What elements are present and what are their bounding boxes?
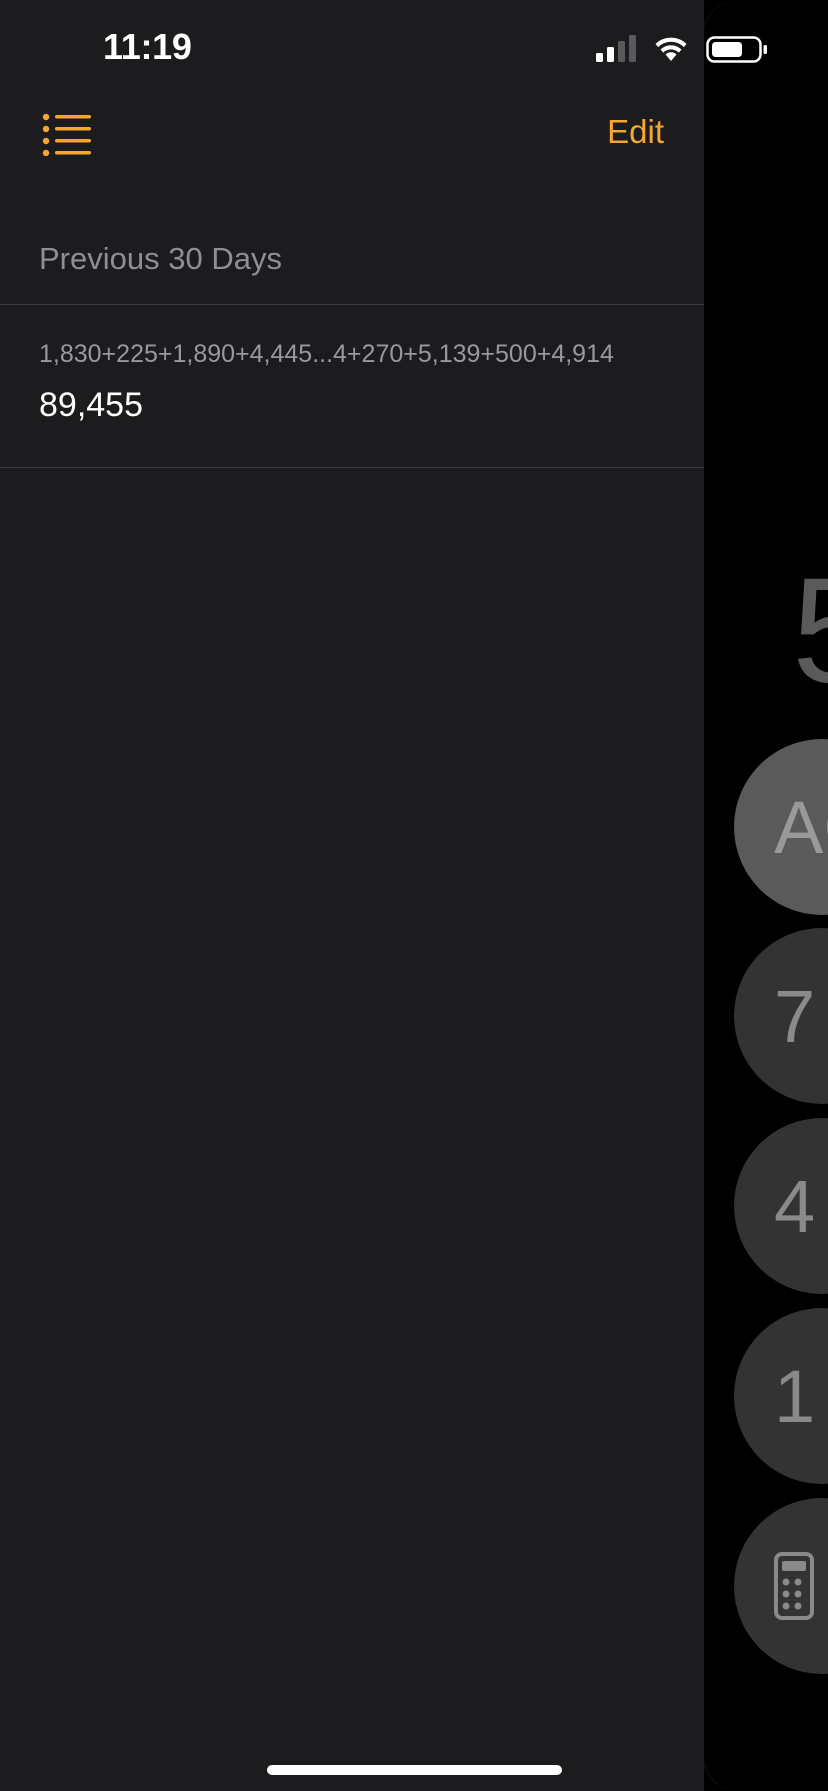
calculator-panel[interactable]: 5 AC 7 4 1 [704,0,828,1791]
history-result: 89,455 [39,386,143,424]
digit-4-label: 4 [774,1164,816,1248]
status-time: 11:19 [103,26,192,67]
section-header: Previous 30 Days [39,241,282,276]
history-list-icon[interactable] [42,112,92,157]
digit-7-label: 7 [774,974,816,1058]
history-panel: Edit Previous 30 Days 1,830+225+1,890+4,… [0,0,704,1791]
status-bar: 11:19 [0,0,828,100]
battery-icon [706,36,767,63]
clear-button-label: AC [774,785,828,869]
wifi-icon [655,37,687,61]
calculator-display: 5 [792,555,828,705]
digit-1-label: 1 [774,1354,816,1438]
calculator-icon [774,1552,814,1620]
history-expression: 1,830+225+1,890+4,445...4+270+5,139+500+… [39,340,614,368]
signal-icon [596,35,636,62]
home-indicator[interactable] [267,1765,562,1775]
divider [0,467,704,468]
history-entry[interactable]: 1,830+225+1,890+4,445...4+270+5,139+500+… [0,305,704,467]
edit-button[interactable]: Edit [607,113,664,151]
